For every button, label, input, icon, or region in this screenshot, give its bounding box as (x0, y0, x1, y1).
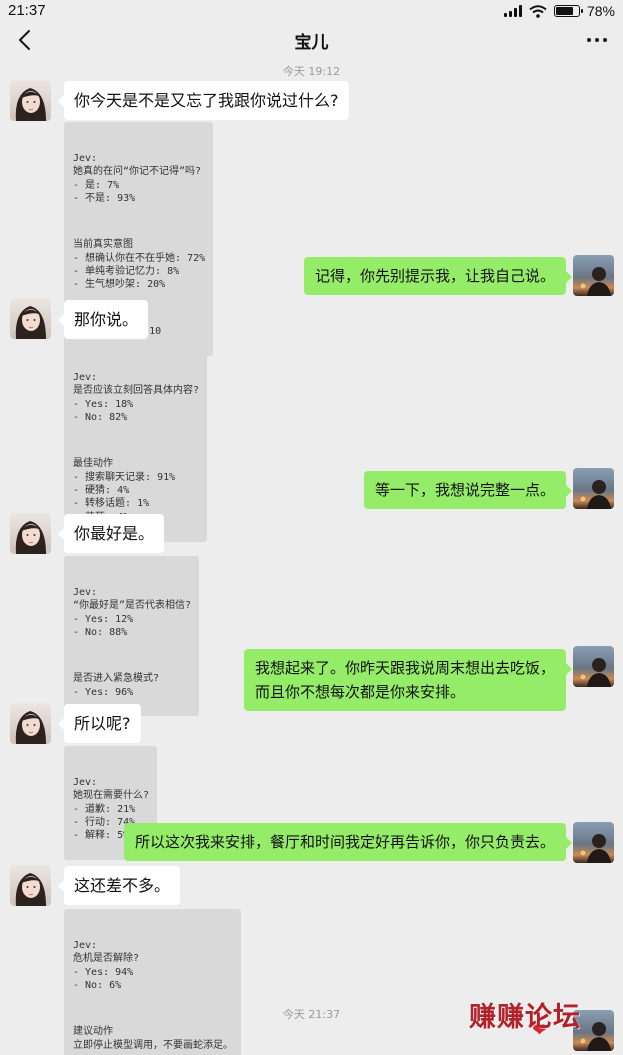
jev-group: 是否进入紧急模式? - Yes: 96% (73, 672, 191, 699)
jev-line: - 搜索聊天记录: 91% (73, 471, 176, 483)
jev-line: 最佳动作 (73, 458, 113, 470)
status-bar: 21:37 78% (0, 0, 623, 22)
jev-line: Jev: (73, 586, 98, 598)
jev-line: - Yes: 96% (73, 686, 134, 698)
jev-line: Jev: (73, 776, 98, 788)
jev-line: - 想确认你在不在乎她: 72% (73, 252, 206, 264)
jev-line: - 道歉: 21% (73, 803, 136, 815)
jev-line: Jev: (73, 939, 98, 951)
outgoing-message[interactable]: 等一下，我想说完整一点。 (363, 471, 573, 509)
outgoing-message[interactable]: 记得，你先别提示我，让我自己说。 (303, 257, 573, 295)
status-icons: 78% (503, 3, 615, 19)
jev-line: 建议动作 (73, 1026, 113, 1038)
jev-line: “你最好是”是否代表相信? (73, 600, 192, 612)
outgoing-message[interactable]: 所以这次我来安排，餐厅和时间我定好再告诉你，你只负责去。 (123, 823, 573, 861)
jev-group: 当前真实意图 - 想确认你在不在乎她: 72% - 单纯考验记忆力: 8% - 生气想… (73, 238, 205, 292)
boy-sunset-portrait-icon (580, 658, 611, 687)
chat-header: 宝儿 (0, 22, 623, 58)
battery-percent: 78% (586, 3, 615, 19)
jev-line: - 生气想吵架: 20% (73, 279, 166, 291)
battery-icon (553, 5, 583, 17)
jev-line: 是否应该立刻回答具体内容? (73, 385, 200, 397)
incoming-message[interactable]: 那你说。 (57, 300, 149, 339)
jev-line: - Yes: 18% (73, 398, 134, 410)
jev-analysis-card: Jev: “你最好是”是否代表相信? - Yes: 12% - No: 88% 是否进… (64, 556, 200, 717)
jev-line: - No: 6% (73, 980, 122, 992)
contact-avatar[interactable] (10, 703, 51, 744)
jev-analysis-card: Jev: 是否应该立刻回答具体内容? - Yes: 18% - No: 82% 最佳动… (64, 341, 208, 542)
contact-avatar[interactable] (10, 298, 51, 339)
incoming-message[interactable]: 你最好是。 (57, 514, 165, 553)
contact-avatar[interactable] (10, 513, 51, 554)
jev-line: - 转移话题: 1% (73, 498, 150, 510)
my-avatar[interactable] (573, 255, 614, 296)
incoming-message[interactable]: 你今天是不是又忘了我跟你说过什么? (58, 81, 349, 120)
more-options-icon[interactable] (585, 28, 609, 52)
my-avatar[interactable] (573, 646, 614, 687)
contact-avatar[interactable] (10, 865, 51, 906)
timestamp: 今天 19:12 (282, 65, 341, 78)
jev-group: Jev: 她真的在问“你记不记得”吗? - 是: 7% - 不是: 93% (73, 152, 205, 206)
chat-title: 宝儿 (294, 33, 329, 53)
jev-group: 建议动作 立即停止模型调用，不要画蛇添足。 (73, 1025, 233, 1052)
jev-line: 她真的在问“你记不记得”吗? (73, 166, 202, 178)
boy-sunset-portrait-icon (580, 480, 611, 509)
my-avatar[interactable] (573, 468, 614, 509)
girl-portrait-icon (15, 306, 46, 339)
jev-line: 当前真实意图 (73, 239, 133, 251)
jev-line: Jev: (73, 371, 98, 383)
jev-line: - No: 82% (73, 412, 128, 424)
wifi-icon (529, 4, 547, 18)
message-line: 我想起来了。你昨天跟我说周末想出去吃饭， (254, 659, 555, 677)
my-avatar[interactable] (573, 822, 614, 863)
jev-analysis-card: Jev: 危机是否解除? - Yes: 94% - No: 6% 建议动作 立即停止模型… (64, 909, 241, 1055)
jev-line: - 是: 7% (73, 179, 120, 191)
message-line: 而且你不想每次都是你来安排。 (254, 683, 465, 701)
girl-portrait-icon (15, 873, 46, 906)
battery-fill (555, 7, 574, 15)
jev-group: Jev: 是否应该立刻回答具体内容? - Yes: 18% - No: 82% (73, 371, 199, 425)
girl-portrait-icon (15, 521, 46, 554)
signal-icon (503, 5, 522, 17)
jev-line: 危机是否解除? (73, 953, 140, 965)
contact-avatar[interactable] (10, 80, 51, 121)
jev-group: Jev: 危机是否解除? - Yes: 94% - No: 6% (73, 939, 233, 993)
jev-line: - Yes: 94% (73, 966, 134, 978)
jev-line: 她现在需要什么? (73, 790, 150, 802)
jev-line: 立即停止模型调用，不要画蛇添足。 (73, 1039, 233, 1051)
boy-sunset-portrait-icon (580, 267, 611, 296)
girl-portrait-icon (15, 88, 46, 121)
incoming-message[interactable]: 这还差不多。 (57, 866, 181, 905)
jev-line: - 不是: 93% (73, 193, 136, 205)
status-time: 21:37 (8, 2, 46, 19)
boy-sunset-portrait-icon (580, 834, 611, 863)
jev-group: Jev: “你最好是”是否代表相信? - Yes: 12% - No: 88% (73, 586, 191, 640)
jev-line: - 单纯考验记忆力: 8% (73, 266, 180, 278)
incoming-message[interactable]: 所以呢? (58, 704, 141, 743)
jev-line: 是否进入紧急模式? (73, 673, 160, 685)
girl-portrait-icon (15, 711, 46, 744)
watermark: 赚赚论坛 (469, 1002, 581, 1033)
outgoing-message[interactable]: 我想起来了。你昨天跟我说周末想出去吃饭， 而且你不想每次都是你来安排。 (243, 649, 573, 711)
jev-line: Jev: (73, 152, 98, 164)
jev-line: - 硬猜: 4% (73, 485, 130, 497)
jev-line: - Yes: 12% (73, 613, 134, 625)
jev-line: - No: 88% (73, 627, 128, 639)
